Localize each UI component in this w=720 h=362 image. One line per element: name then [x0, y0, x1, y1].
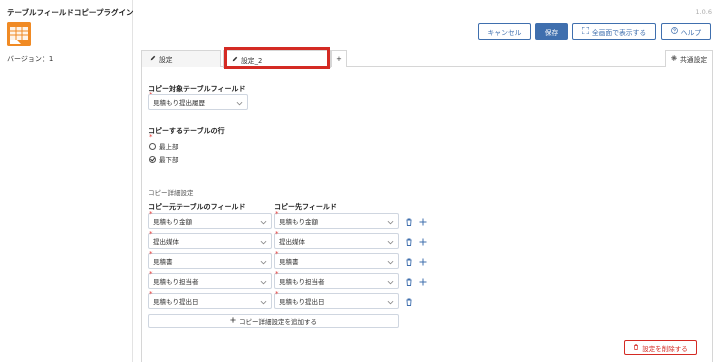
required-marker: *	[275, 290, 279, 298]
pencil-icon	[232, 56, 238, 64]
source-field-value: 見積書	[153, 258, 173, 266]
required-marker: *	[275, 230, 279, 238]
help-icon	[670, 27, 678, 36]
add-copy-detail-button[interactable]: コピー詳細設定を追加する	[148, 314, 399, 328]
cancel-button-label: キャンセル	[487, 28, 522, 37]
tab-settings[interactable]: 設定	[141, 50, 221, 67]
plugin-logo-icon	[7, 22, 31, 46]
source-field-value: 見積もり金額	[153, 218, 192, 226]
delete-settings-label: 設定を削除する	[642, 344, 688, 353]
save-button-label: 保存	[544, 28, 559, 37]
required-marker: *	[149, 270, 153, 278]
dest-field-select[interactable]: * 見積もり提出日	[274, 290, 399, 309]
dest-field-value: 見積もり提出日	[279, 298, 325, 306]
source-field-select[interactable]: * 見積もり提出日	[148, 290, 272, 309]
tab-settings-2[interactable]: 設定_2	[223, 50, 331, 68]
app-version: 1.0.6	[695, 8, 712, 16]
cancel-button[interactable]: キャンセル	[478, 23, 531, 40]
required-marker: *	[149, 230, 153, 238]
pencil-icon	[150, 55, 156, 63]
radio-button[interactable]	[149, 142, 156, 150]
chevron-down-icon	[235, 99, 243, 107]
fullscreen-icon	[581, 26, 590, 36]
dest-column-header: コピー先フィールド	[274, 203, 337, 211]
plus-icon	[230, 317, 236, 325]
fullscreen-button-label: 全画面で表示する	[591, 28, 647, 37]
source-field-select[interactable]: * 見積もり金額	[148, 210, 272, 229]
chevron-down-icon	[386, 218, 394, 226]
target-field-heading: コピー対象テーブルフィールド	[148, 85, 246, 93]
help-button[interactable]: ヘルプ	[661, 23, 711, 40]
dest-field-select[interactable]: * 見積もり金額	[274, 210, 399, 229]
plus-icon[interactable]	[418, 217, 427, 226]
dest-field-select[interactable]: * 見積書	[274, 250, 399, 269]
chevron-down-icon	[386, 258, 394, 266]
chevron-down-icon	[259, 278, 267, 286]
tab-common-settings-label: 共通設定	[680, 56, 708, 64]
plus-icon[interactable]	[418, 237, 427, 246]
source-field-value: 見積もり提出日	[153, 298, 199, 306]
gear-icon	[671, 55, 677, 63]
dest-field-value: 見積書	[279, 258, 299, 266]
chevron-down-icon	[386, 238, 394, 246]
target-field-select[interactable]: 見積もり提出履歴	[148, 94, 248, 110]
trash-icon	[633, 343, 639, 352]
source-column-header: コピー元テーブルのフィールド	[148, 203, 246, 211]
radio-button-checked[interactable]	[149, 155, 156, 163]
dest-field-select[interactable]: * 見積もり担当者	[274, 270, 399, 289]
chevron-down-icon	[386, 278, 394, 286]
help-button-label: ヘルプ	[680, 28, 702, 37]
dest-field-value: 見積もり担当者	[279, 278, 325, 286]
chevron-down-icon	[259, 258, 267, 266]
required-marker: *	[149, 133, 153, 141]
fullscreen-button[interactable]: 全画面で表示する	[572, 23, 656, 40]
add-copy-detail-label: コピー詳細設定を追加する	[239, 318, 317, 326]
required-marker: *	[149, 210, 153, 218]
save-button[interactable]: 保存	[535, 23, 568, 40]
source-field-value: 提出媒体	[153, 238, 179, 246]
tab-common-settings[interactable]: 共通設定	[665, 50, 713, 67]
plus-icon[interactable]	[418, 277, 427, 286]
dest-field-value: 提出媒体	[279, 238, 305, 246]
trash-icon[interactable]	[404, 297, 413, 306]
tab-settings-label: 設定	[159, 56, 173, 64]
plugin-title: テーブルフィールドコピープラグイン	[7, 8, 134, 17]
required-marker: *	[149, 290, 153, 298]
chevron-down-icon	[259, 238, 267, 246]
trash-icon[interactable]	[404, 257, 413, 266]
required-marker: *	[149, 250, 153, 258]
source-field-value: 見積もり担当者	[153, 278, 199, 286]
source-field-select[interactable]: * 見積もり担当者	[148, 270, 272, 289]
trash-icon[interactable]	[404, 217, 413, 226]
chevron-down-icon	[386, 298, 394, 306]
plus-icon[interactable]	[418, 257, 427, 266]
copy-row-heading: コピーするテーブルの行	[148, 127, 225, 135]
dest-field-value: 見積もり金額	[279, 218, 318, 226]
tab-settings-2-label: 設定_2	[241, 56, 263, 65]
radio-option-top-label: 最上部	[159, 143, 179, 151]
add-tab-button[interactable]: +	[331, 50, 347, 67]
chevron-down-icon	[259, 298, 267, 306]
radio-option-bottom-label: 最下部	[159, 156, 179, 164]
source-field-select[interactable]: * 見積書	[148, 250, 272, 269]
required-marker: *	[275, 210, 279, 218]
settings-tabs: 設定 設定_2 + 共通設定	[141, 50, 713, 68]
radio-option-top[interactable]: 最上部	[149, 141, 179, 151]
plugin-sidebar: テーブルフィールドコピープラグイン バージョン：1	[0, 0, 133, 362]
dest-field-select[interactable]: * 提出媒体	[274, 230, 399, 249]
chevron-down-icon	[259, 218, 267, 226]
trash-icon[interactable]	[404, 237, 413, 246]
delete-settings-button[interactable]: 設定を削除する	[624, 340, 697, 355]
version-label: バージョン：1	[7, 55, 54, 63]
target-field-value: 見積もり提出履歴	[153, 99, 205, 107]
trash-icon[interactable]	[404, 277, 413, 286]
detail-section-heading: コピー詳細設定	[148, 189, 194, 197]
source-field-select[interactable]: * 提出媒体	[148, 230, 272, 249]
required-marker: *	[275, 270, 279, 278]
required-marker: *	[275, 250, 279, 258]
radio-option-bottom[interactable]: 最下部	[149, 154, 179, 164]
